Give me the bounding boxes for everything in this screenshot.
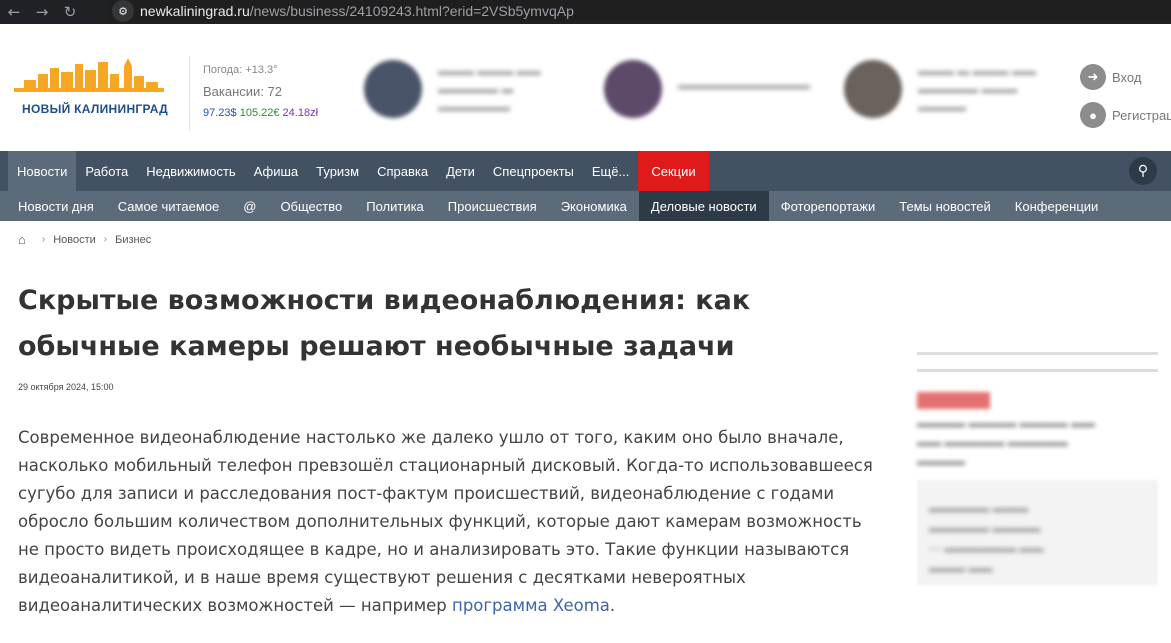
sub-nav-news-of-day[interactable]: Новости дня [6, 191, 106, 221]
main-nav-special[interactable]: Спецпроекты [484, 151, 583, 191]
teaser-blurred-text: ▬▬▬ ▬▬▬ ▬▬ ▬▬▬▬▬ ▬ ▬▬▬▬▬▬ [438, 64, 541, 114]
search-icon[interactable]: ⚲ [1129, 157, 1157, 185]
main-nav-kids[interactable]: Дети [437, 151, 484, 191]
login-link[interactable]: ➜ Вход [1080, 64, 1141, 90]
sidebar-divider [917, 352, 1158, 355]
rate-usd: 97.23$ [203, 107, 237, 119]
header-info: Погода: +13.3° Вакансии: 72 97.23$ 105.2… [203, 64, 318, 119]
teaser-thumbnail [364, 60, 422, 118]
article-paragraph-end: . [609, 596, 616, 615]
sub-nav-politics[interactable]: Политика [354, 191, 436, 221]
sub-nav-most-read[interactable]: Самое читаемое [106, 191, 231, 221]
browser-toolbar: ← → ↻ ⚙ newkaliningrad.ru/news/business/… [0, 0, 1171, 24]
sidebar-blurred-text[interactable]: ▬▬▬▬ ▬▬▬▬ ▬▬▬▬ ▬▬ ▬▬ ▬▬▬▬▬ ▬▬▬▬▬ ▬▬▬▬ [917, 414, 1162, 471]
main-nav-sections[interactable]: Секции [638, 151, 709, 191]
main-nav-tourism[interactable]: Туризм [307, 151, 368, 191]
back-arrow-icon[interactable]: ← [0, 0, 28, 24]
sub-nav-business[interactable]: Деловые новости [638, 191, 769, 221]
sidebar-tag [917, 392, 990, 409]
article-body: Современное видеонаблюдение настолько же… [18, 424, 878, 620]
main-nav-reference[interactable]: Справка [368, 151, 437, 191]
logo-text: НОВЫЙ КАЛИНИНГРАД [22, 102, 169, 116]
weather-link[interactable]: Погода: +13.3° [203, 64, 318, 76]
city-skyline-icon [14, 58, 164, 92]
breadcrumb: ⌂ › Новости › Бизнес [18, 232, 151, 247]
sub-nav-society[interactable]: Общество [268, 191, 354, 221]
main-nav-realty[interactable]: Недвижимость [137, 151, 244, 191]
sub-nav-conferences[interactable]: Конференции [1003, 191, 1111, 221]
breadcrumb-business[interactable]: Бизнес [115, 234, 151, 246]
article-paragraph: Современное видеонаблюдение настолько же… [18, 428, 873, 615]
article-date: 29 октября 2024, 15:00 [18, 382, 114, 392]
article-title: Скрытые возможности видеонаблюдения: как… [18, 285, 751, 362]
site-header: НОВЫЙ КАЛИНИНГРАД Погода: +13.3° Ваканси… [0, 24, 1171, 151]
address-bar[interactable]: ⚙ newkaliningrad.ru/news/business/241092… [108, 0, 1171, 22]
main-nav-news[interactable]: Новости [8, 151, 77, 191]
currency-rates[interactable]: 97.23$ 105.22€ 24.18zł [203, 107, 318, 119]
login-icon: ➜ [1080, 64, 1106, 90]
sidebar-card[interactable]: ▬▬▬▬▬ ▬▬▬ ▬▬▬▬▬ ▬▬▬▬ — ▬▬▬▬▬▬ ▬▬ ▬▬▬ ▬▬ [917, 480, 1158, 585]
site-settings-icon[interactable]: ⚙ [112, 0, 134, 22]
reload-icon[interactable]: ↻ [56, 0, 84, 24]
jobs-link[interactable]: Вакансии: 72 [203, 84, 318, 99]
sub-nav-economy[interactable]: Экономика [549, 191, 639, 221]
main-nav-more[interactable]: Ещё... [583, 151, 638, 191]
breadcrumb-news[interactable]: Новости [53, 234, 96, 246]
main-nav: Новости Работа Недвижимость Афиша Туризм… [0, 151, 1171, 191]
sidebar-divider [917, 369, 1158, 372]
site-logo[interactable]: НОВЫЙ КАЛИНИНГРАД [12, 54, 169, 126]
sub-nav-topics[interactable]: Темы новостей [887, 191, 1003, 221]
rate-pln: 24.18zł [282, 107, 319, 119]
rate-eur: 105.22€ [239, 107, 280, 119]
teaser-blurred-text: ▬▬▬▬▬▬▬▬▬▬▬ [678, 78, 810, 92]
sub-nav-photo[interactable]: Фоторепортажи [769, 191, 888, 221]
forward-arrow-icon[interactable]: → [28, 0, 56, 24]
sub-nav: Новости дня Самое читаемое @ Общество По… [0, 191, 1171, 221]
login-label: Вход [1112, 69, 1142, 85]
user-icon: ● [1080, 102, 1106, 128]
main-nav-afisha[interactable]: Афиша [245, 151, 307, 191]
chevron-right-icon: › [41, 234, 46, 245]
url-text: newkaliningrad.ru/news/business/24109243… [140, 3, 574, 19]
sub-nav-incidents[interactable]: Происшествия [436, 191, 549, 221]
home-icon[interactable]: ⌂ [18, 232, 26, 247]
sub-nav-at[interactable]: @ [231, 191, 268, 221]
teaser-blurred-text: ▬▬▬ ▬ ▬▬▬ ▬▬ ▬▬▬▬▬ ▬▬▬ ▬▬▬▬ [918, 64, 1037, 114]
teaser-thumbnail [844, 60, 902, 118]
register-label: Регистрация [1112, 107, 1171, 123]
sidebar-card-blurred-text: ▬▬▬▬▬ ▬▬▬ ▬▬▬▬▬ ▬▬▬▬ — ▬▬▬▬▬▬ ▬▬ ▬▬▬ ▬▬ [929, 501, 1044, 575]
xeoma-link[interactable]: программа Xeoma [452, 596, 610, 615]
register-link[interactable]: ● Регистрация [1080, 102, 1171, 128]
teaser-thumbnail [604, 60, 662, 118]
header-divider [189, 56, 190, 131]
main-nav-jobs[interactable]: Работа [76, 151, 137, 191]
chevron-right-icon: › [103, 234, 108, 245]
